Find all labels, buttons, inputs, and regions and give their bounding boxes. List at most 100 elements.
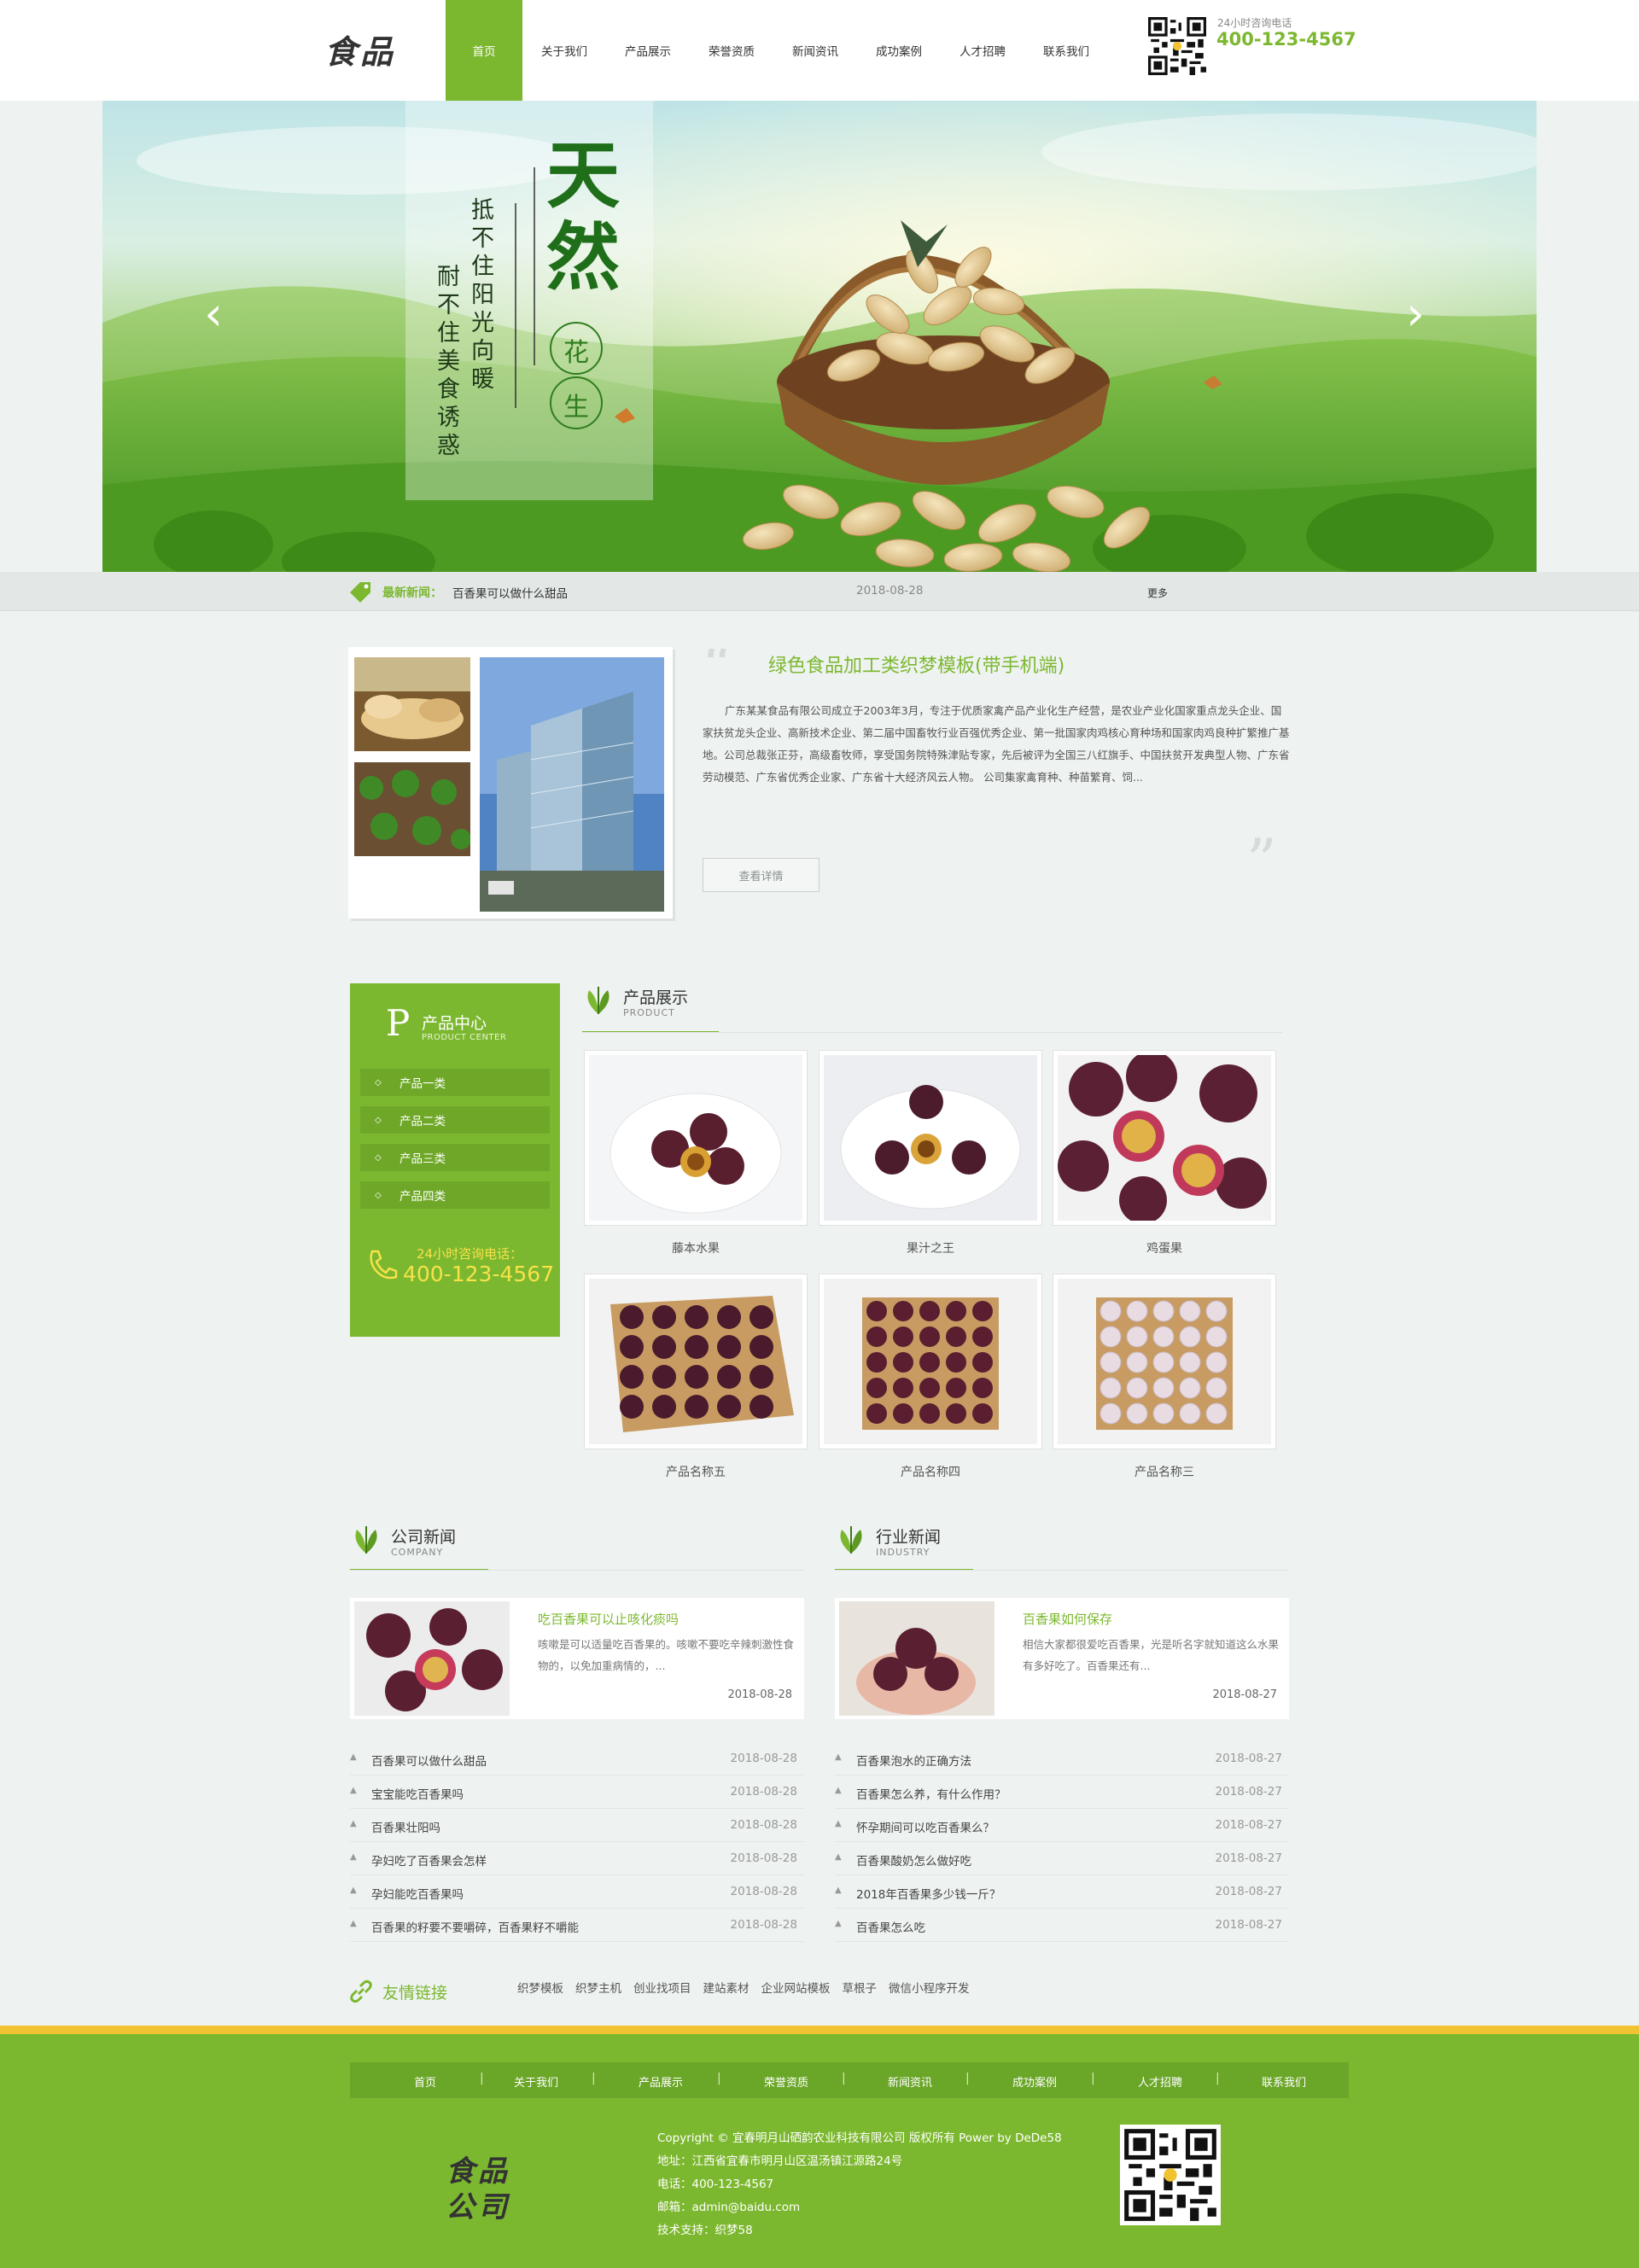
product-card-3[interactable] bbox=[1053, 1050, 1276, 1226]
banner-line-2: 耐不住美食诱惑 bbox=[437, 264, 460, 459]
banner-next-arrow[interactable]: › bbox=[1398, 289, 1432, 340]
nav-honors[interactable]: 荣誉资质 bbox=[690, 0, 773, 101]
industry-news-list-item[interactable]: ▲ 怀孕期间可以吃百香果么？ 2018-08-27 bbox=[835, 1809, 1289, 1842]
industry-featured-date: 2018-08-27 bbox=[1212, 1688, 1277, 1701]
news-item-title[interactable]: 百香果可以做什么甜品 bbox=[371, 1752, 487, 1769]
industry-news-list-item[interactable]: ▲ 百香果怎么养，有什么作用？ 2018-08-27 bbox=[835, 1775, 1289, 1809]
product-name-1[interactable]: 藤本水果 bbox=[584, 1239, 808, 1256]
company-news-list-item[interactable]: ▲ 百香果壮阳吗 2018-08-28 bbox=[350, 1809, 804, 1842]
footer-logo-line-2: 公司 bbox=[446, 2190, 510, 2224]
product-card-6[interactable] bbox=[1053, 1274, 1276, 1449]
about-title[interactable]: 绿色食品加工类织梦模板(带手机端) bbox=[768, 650, 1064, 678]
industry-news-list-item[interactable]: ▲ 2018年百香果多少钱一斤？ 2018-08-27 bbox=[835, 1875, 1289, 1909]
product-card-5[interactable] bbox=[819, 1274, 1042, 1449]
news-item-title[interactable]: 百香果怎么吃 bbox=[856, 1918, 925, 1935]
industry-featured-title[interactable]: 百香果如何保存 bbox=[1023, 1610, 1112, 1628]
category-item-4[interactable]: 产品四类 bbox=[360, 1181, 550, 1209]
more-news-link[interactable]: 更多 bbox=[1147, 586, 1168, 600]
company-featured-news[interactable]: 吃百香果可以止咳化痰吗 咳嗽是可以适量吃百香果的。咳嗽不要吃辛辣刺激性食物的，以… bbox=[350, 1598, 804, 1719]
company-news-list-item[interactable]: ▲ 百香果可以做什么甜品 2018-08-28 bbox=[350, 1742, 804, 1775]
news-item-title[interactable]: 百香果壮阳吗 bbox=[371, 1818, 440, 1835]
product-card-2[interactable] bbox=[819, 1050, 1042, 1226]
about-text: 广东某某食品有限公司成立于2003年3月，专注于优质家禽产品产业化生产经营，是农… bbox=[703, 704, 1290, 784]
footer-nav-item[interactable]: 成功案例 bbox=[1012, 2073, 1057, 2090]
footer-nav: 首页 | 关于我们 | 产品展示 | 荣誉资质 | 新闻资讯 | 成功案例 | 人才招聘 | 联系我们 bbox=[350, 2062, 1349, 2098]
category-item-1[interactable]: 产品一类 bbox=[360, 1069, 550, 1096]
friend-link[interactable]: 微信小程序开发 bbox=[889, 1979, 970, 1996]
product-name-2[interactable]: 果汁之王 bbox=[819, 1239, 1042, 1256]
product-center-letter: P bbox=[386, 1002, 411, 1044]
footer-nav-item[interactable]: 荣誉资质 bbox=[764, 2073, 808, 2090]
category-item-3[interactable]: 产品三类 bbox=[360, 1144, 550, 1171]
main-nav: 首页 关于我们 产品展示 荣誉资质 新闻资讯 成功案例 人才招聘 联系我们 bbox=[446, 0, 1108, 101]
news-item-title[interactable]: 宝宝能吃百香果吗 bbox=[371, 1785, 464, 1802]
product-name-4[interactable]: 产品名称五 bbox=[584, 1463, 808, 1480]
news-item-title[interactable]: 孕妇吃了百香果会怎样 bbox=[371, 1851, 487, 1869]
triangle-bullet-icon: ▲ bbox=[835, 1886, 842, 1895]
news-item-date: 2018-08-27 bbox=[1215, 1785, 1282, 1799]
nav-cases[interactable]: 成功案例 bbox=[857, 0, 941, 101]
footer-logo-line-1: 食品 bbox=[446, 2154, 510, 2189]
friend-link[interactable]: 织梦模板 bbox=[517, 1979, 563, 1996]
products-subtitle: PRODUCT bbox=[623, 1007, 675, 1018]
news-item-date: 2018-08-28 bbox=[730, 1918, 797, 1932]
nav-contact[interactable]: 联系我们 bbox=[1024, 0, 1108, 101]
news-item-title[interactable]: 百香果酸奶怎么做好吃 bbox=[856, 1851, 971, 1869]
latest-news-date: 2018-08-28 bbox=[856, 584, 924, 598]
nav-home[interactable]: 首页 bbox=[446, 0, 522, 101]
footer-copyright: Copyright © 宜春明月山硒韵农业科技有限公司 版权所有 Power b… bbox=[657, 2131, 1062, 2145]
news-item-title[interactable]: 百香果泡水的正确方法 bbox=[856, 1752, 971, 1769]
product-image-6 bbox=[1058, 1279, 1271, 1444]
banner-scenery bbox=[102, 101, 1537, 572]
industry-news-list-item[interactable]: ▲ 百香果酸奶怎么做好吃 2018-08-27 bbox=[835, 1842, 1289, 1875]
nav-news[interactable]: 新闻资讯 bbox=[773, 0, 857, 101]
product-center-subtitle: PRODUCT CENTER bbox=[422, 1033, 507, 1042]
news-item-title[interactable]: 百香果的籽要不要嚼碎，百香果籽不嚼能 bbox=[371, 1918, 579, 1935]
nav-about[interactable]: 关于我们 bbox=[522, 0, 606, 101]
company-news-list-item[interactable]: ▲ 孕妇能吃百香果吗 2018-08-28 bbox=[350, 1875, 804, 1909]
news-item-date: 2018-08-27 bbox=[1215, 1851, 1282, 1865]
industry-featured-news[interactable]: 百香果如何保存 相信大家都很爱吃百香果，光是听名字就知道这么水果有多好吃了。百香… bbox=[835, 1598, 1289, 1719]
triangle-bullet-icon: ▲ bbox=[350, 1752, 357, 1762]
nav-products[interactable]: 产品展示 bbox=[606, 0, 690, 101]
company-news-list-item[interactable]: ▲ 孕妇吃了百香果会怎样 2018-08-28 bbox=[350, 1842, 804, 1875]
latest-news-title[interactable]: 百香果可以做什么甜品 bbox=[452, 584, 568, 601]
footer-nav-item[interactable]: 联系我们 bbox=[1262, 2073, 1306, 2090]
site-logo[interactable]: 食品 bbox=[324, 26, 396, 73]
product-card-1[interactable] bbox=[584, 1050, 808, 1226]
category-item-2[interactable]: 产品二类 bbox=[360, 1106, 550, 1134]
friend-link[interactable]: 织梦主机 bbox=[575, 1979, 621, 1996]
sidebar-hotline-number: 400-123-4567 bbox=[403, 1262, 555, 1286]
friend-link[interactable]: 企业网站模板 bbox=[761, 1979, 831, 1996]
nav-jobs[interactable]: 人才招聘 bbox=[941, 0, 1024, 101]
friend-link[interactable]: 创业找项目 bbox=[633, 1979, 691, 1996]
footer-nav-item[interactable]: 产品展示 bbox=[639, 2073, 683, 2090]
about-more-button[interactable]: 查看详情 bbox=[703, 858, 820, 892]
news-item-title[interactable]: 2018年百香果多少钱一斤？ bbox=[856, 1885, 1000, 1902]
friend-link[interactable]: 建站素材 bbox=[703, 1979, 750, 1996]
phone-icon bbox=[370, 1250, 398, 1280]
news-item-date: 2018-08-27 bbox=[1215, 1918, 1282, 1932]
friend-link[interactable]: 草根子 bbox=[843, 1979, 878, 1996]
banner-prev-arrow[interactable]: ‹ bbox=[196, 289, 230, 340]
product-name-3[interactable]: 鸡蛋果 bbox=[1053, 1239, 1276, 1256]
company-news-list-item[interactable]: ▲ 宝宝能吃百香果吗 2018-08-28 bbox=[350, 1775, 804, 1809]
sidebar-hotline-label: 24小时咨询电话： bbox=[417, 1246, 523, 1262]
product-name-5[interactable]: 产品名称四 bbox=[819, 1463, 1042, 1480]
news-item-date: 2018-08-28 bbox=[730, 1818, 797, 1832]
triangle-bullet-icon: ▲ bbox=[835, 1919, 842, 1928]
industry-news-list-item[interactable]: ▲ 百香果怎么吃 2018-08-27 bbox=[835, 1909, 1289, 1942]
company-news-list-item[interactable]: ▲ 百香果的籽要不要嚼碎，百香果籽不嚼能 2018-08-28 bbox=[350, 1909, 804, 1942]
news-item-title[interactable]: 百香果怎么养，有什么作用？ bbox=[856, 1785, 1006, 1802]
news-item-date: 2018-08-28 bbox=[730, 1885, 797, 1898]
footer-nav-item[interactable]: 人才招聘 bbox=[1138, 2073, 1182, 2090]
industry-news-list-item[interactable]: ▲ 百香果泡水的正确方法 2018-08-27 bbox=[835, 1742, 1289, 1775]
footer-nav-item[interactable]: 关于我们 bbox=[514, 2073, 558, 2090]
company-featured-title[interactable]: 吃百香果可以止咳化痰吗 bbox=[538, 1610, 679, 1628]
product-name-6[interactable]: 产品名称三 bbox=[1053, 1463, 1276, 1480]
footer-nav-item[interactable]: 新闻资讯 bbox=[888, 2073, 932, 2090]
footer-nav-item[interactable]: 首页 bbox=[414, 2073, 436, 2090]
product-card-4[interactable] bbox=[584, 1274, 808, 1449]
news-item-title[interactable]: 怀孕期间可以吃百香果么？ bbox=[856, 1818, 994, 1835]
news-item-title[interactable]: 孕妇能吃百香果吗 bbox=[371, 1885, 464, 1902]
